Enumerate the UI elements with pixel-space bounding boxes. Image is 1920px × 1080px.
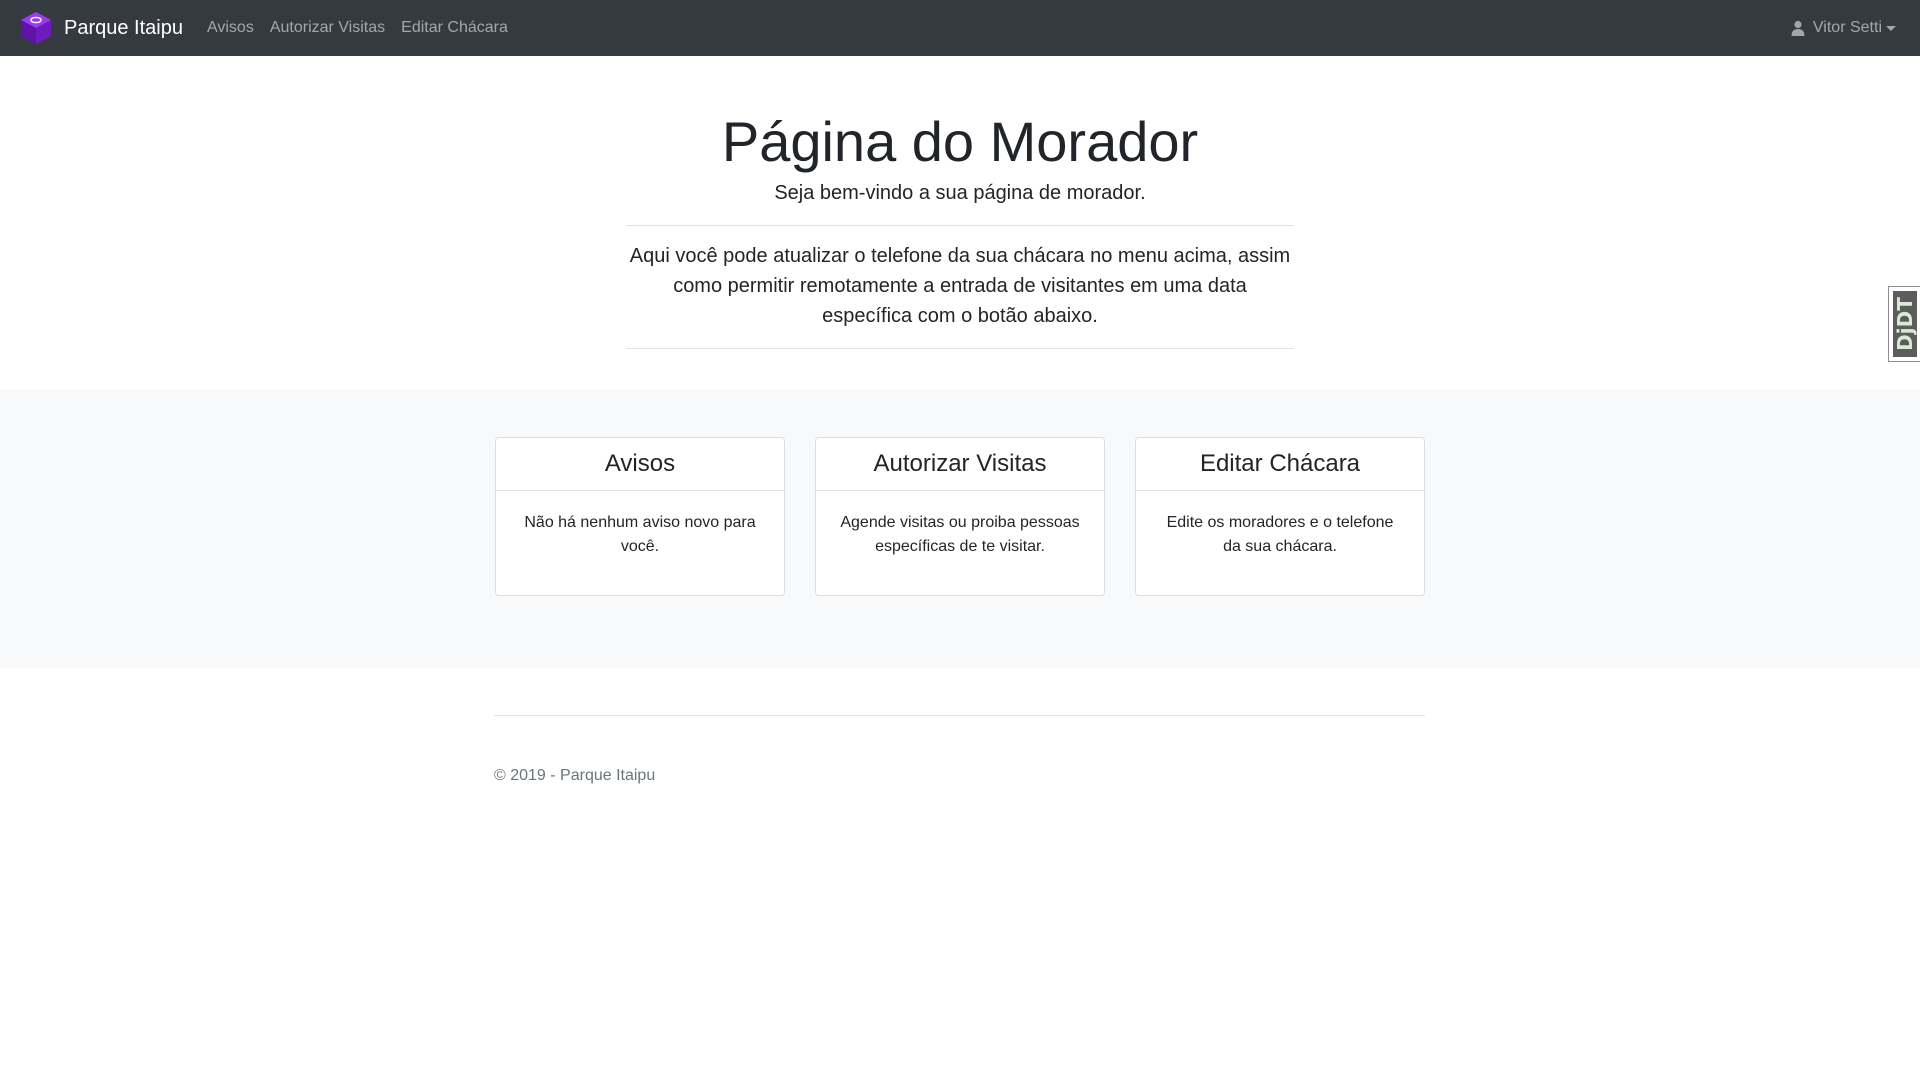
user-icon bbox=[1791, 20, 1805, 36]
cube-logo-icon bbox=[21, 12, 51, 44]
nav-link-autorizar-visitas[interactable]: Autorizar Visitas bbox=[270, 19, 385, 37]
user-name: Vitor Setti bbox=[1812, 19, 1882, 36]
hero-section: Página do Morador Seja bem-vindo a sua p… bbox=[0, 56, 1920, 389]
debug-toolbar-label: DjDT bbox=[1892, 297, 1917, 351]
page-description: Aqui você pode atualizar o telefone da s… bbox=[629, 245, 1291, 327]
card-text: Não há nenhum aviso novo para você. bbox=[524, 514, 756, 555]
debug-toolbar-badge: DjDT bbox=[1892, 291, 1917, 357]
cards-section: Avisos Não há nenhum aviso novo para voc… bbox=[0, 389, 1920, 668]
card-text: Agende visitas ou proiba pessoas específ… bbox=[840, 514, 1080, 555]
card-title: Avisos bbox=[496, 438, 784, 491]
nav-links: Avisos Autorizar Visitas Editar Chácara bbox=[207, 19, 524, 37]
card-title: Autorizar Visitas bbox=[816, 438, 1104, 491]
nav-link-editar-chacara[interactable]: Editar Chácara bbox=[401, 19, 508, 37]
footer-divider bbox=[494, 715, 1425, 716]
card-avisos[interactable]: Avisos Não há nenhum aviso novo para voc… bbox=[495, 437, 785, 596]
page-title: Página do Morador bbox=[721, 110, 1199, 173]
debug-toolbar-handle[interactable]: DjDT bbox=[1888, 286, 1920, 362]
brand-name: Parque Itaipu bbox=[64, 16, 183, 39]
chevron-down-icon bbox=[1886, 25, 1896, 31]
card-editar-chacara[interactable]: Editar Chácara Edite os moradores e o te… bbox=[1135, 437, 1425, 596]
divider bbox=[626, 225, 1294, 226]
brand-link[interactable]: Parque Itaipu bbox=[18, 10, 183, 46]
card-autorizar-visitas[interactable]: Autorizar Visitas Agende visitas ou proi… bbox=[815, 437, 1105, 596]
card-title: Editar Chácara bbox=[1136, 438, 1424, 491]
top-navbar: Parque Itaipu Avisos Autorizar Visitas E… bbox=[0, 0, 1920, 56]
footer-copyright: © 2019 - Parque Itaipu bbox=[494, 767, 656, 784]
user-menu-dropdown[interactable]: Vitor Setti bbox=[1791, 0, 1896, 56]
page-subtitle: Seja bem-vindo a sua página de morador. bbox=[774, 182, 1146, 204]
nav-link-avisos[interactable]: Avisos bbox=[207, 19, 254, 37]
card-text: Edite os moradores e o telefone da sua c… bbox=[1166, 514, 1394, 555]
divider bbox=[626, 348, 1294, 349]
